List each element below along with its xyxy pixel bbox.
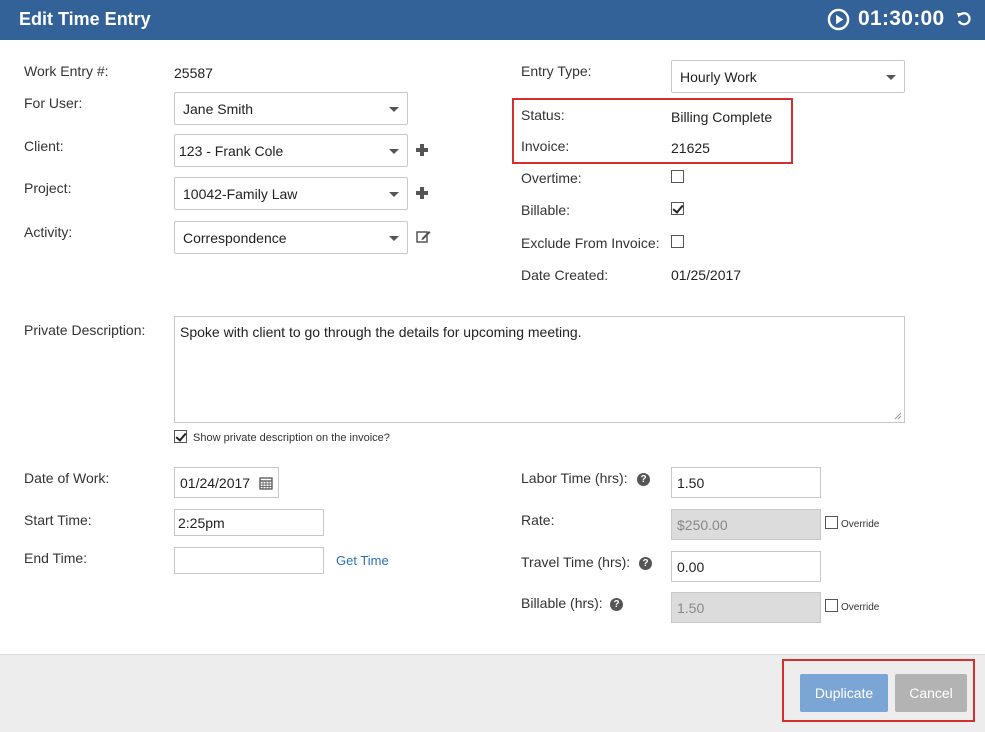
work-entry-label: Work Entry #: bbox=[24, 63, 109, 79]
dialog-title: Edit Time Entry bbox=[19, 9, 151, 29]
travel-time-label: Travel Time (hrs): bbox=[521, 554, 631, 570]
travel-time-value: 0.00 bbox=[677, 559, 705, 575]
help-icon[interactable]: ? bbox=[610, 598, 623, 611]
entry-type-select-value: Hourly Work bbox=[680, 69, 757, 85]
entry-type-label: Entry Type: bbox=[521, 63, 592, 79]
timer-display: 01:30:00 bbox=[858, 7, 945, 30]
rate-input: $250.00 bbox=[671, 509, 821, 540]
entry-type-select[interactable]: Hourly Work bbox=[671, 60, 905, 93]
labor-time-input[interactable]: 1.50 bbox=[671, 467, 821, 498]
billable-override-label: Override bbox=[841, 602, 880, 613]
rate-override-checkbox[interactable] bbox=[825, 516, 838, 529]
chevron-down-icon bbox=[886, 75, 896, 80]
show-on-invoice-checkbox[interactable] bbox=[174, 430, 187, 443]
play-circle-icon[interactable] bbox=[827, 8, 850, 31]
start-time-label: Start Time: bbox=[24, 512, 92, 528]
add-project-plus-icon[interactable] bbox=[416, 187, 428, 199]
status-invoice-highlight bbox=[512, 98, 793, 164]
help-icon[interactable]: ? bbox=[637, 473, 650, 486]
rate-value: $250.00 bbox=[677, 517, 728, 533]
for-user-select[interactable]: Jane Smith bbox=[174, 92, 408, 125]
exclude-from-invoice-label: Exclude From Invoice: bbox=[521, 235, 660, 251]
buttons-highlight bbox=[782, 659, 975, 722]
reset-icon[interactable] bbox=[956, 11, 972, 27]
add-client-plus-icon[interactable] bbox=[416, 144, 428, 156]
project-label: Project: bbox=[24, 180, 72, 196]
get-time-link[interactable]: Get Time bbox=[336, 553, 389, 568]
labor-time-value: 1.50 bbox=[677, 475, 705, 491]
work-entry-value: 25587 bbox=[174, 65, 213, 81]
billable-override-checkbox[interactable] bbox=[825, 599, 838, 612]
billable-label: Billable: bbox=[521, 202, 571, 218]
calendar-icon[interactable] bbox=[259, 476, 273, 490]
end-time-label: End Time: bbox=[24, 550, 88, 566]
private-description-textarea[interactable]: Spoke with client to go through the deta… bbox=[174, 316, 905, 423]
rate-label: Rate: bbox=[521, 512, 555, 528]
project-select[interactable]: 10042-Family Law bbox=[174, 177, 408, 210]
overtime-checkbox[interactable] bbox=[671, 170, 684, 183]
for-user-label: For User: bbox=[24, 95, 83, 111]
date-of-work-value: 01/24/2017 bbox=[180, 475, 251, 491]
project-select-value: 10042-Family Law bbox=[183, 186, 298, 202]
billable-hrs-value: 1.50 bbox=[677, 600, 705, 616]
show-on-invoice-label: Show private description on the invoice? bbox=[193, 432, 390, 444]
billable-checkbox[interactable] bbox=[671, 202, 684, 215]
resize-grip-icon[interactable] bbox=[894, 412, 902, 420]
activity-label: Activity: bbox=[24, 224, 73, 240]
chevron-down-icon bbox=[389, 192, 399, 197]
client-label: Client: bbox=[24, 138, 64, 154]
billable-hrs-input: 1.50 bbox=[671, 592, 821, 623]
client-select-value: 123 - Frank Cole bbox=[179, 143, 284, 159]
private-description-text: Spoke with client to go through the deta… bbox=[180, 324, 582, 340]
date-of-work-label: Date of Work: bbox=[24, 470, 110, 486]
for-user-select-value: Jane Smith bbox=[183, 101, 254, 117]
activity-select[interactable]: Correspondence bbox=[174, 221, 408, 254]
activity-select-value: Correspondence bbox=[183, 230, 287, 246]
billable-hrs-label: Billable (hrs): bbox=[521, 595, 603, 611]
dialog-header: Edit Time Entry 01:30:00 bbox=[0, 0, 985, 40]
chevron-down-icon bbox=[389, 149, 399, 154]
labor-time-label: Labor Time (hrs): bbox=[521, 470, 628, 486]
start-time-value: 2:25pm bbox=[178, 515, 225, 531]
chevron-down-icon bbox=[389, 236, 399, 241]
client-select[interactable]: 123 - Frank Cole bbox=[174, 134, 408, 167]
start-time-input[interactable]: 2:25pm bbox=[174, 509, 324, 536]
end-time-input[interactable] bbox=[174, 547, 324, 574]
exclude-from-invoice-checkbox[interactable] bbox=[671, 235, 684, 248]
date-created-value: 01/25/2017 bbox=[671, 267, 742, 283]
rate-override-label: Override bbox=[841, 519, 880, 530]
private-description-label: Private Description: bbox=[24, 322, 146, 338]
date-of-work-input[interactable]: 01/24/2017 bbox=[174, 467, 279, 498]
travel-time-input[interactable]: 0.00 bbox=[671, 551, 821, 582]
overtime-label: Overtime: bbox=[521, 170, 582, 186]
edit-icon[interactable] bbox=[416, 229, 431, 243]
date-created-label: Date Created: bbox=[521, 267, 609, 283]
help-icon[interactable]: ? bbox=[639, 557, 652, 570]
chevron-down-icon bbox=[389, 107, 399, 112]
